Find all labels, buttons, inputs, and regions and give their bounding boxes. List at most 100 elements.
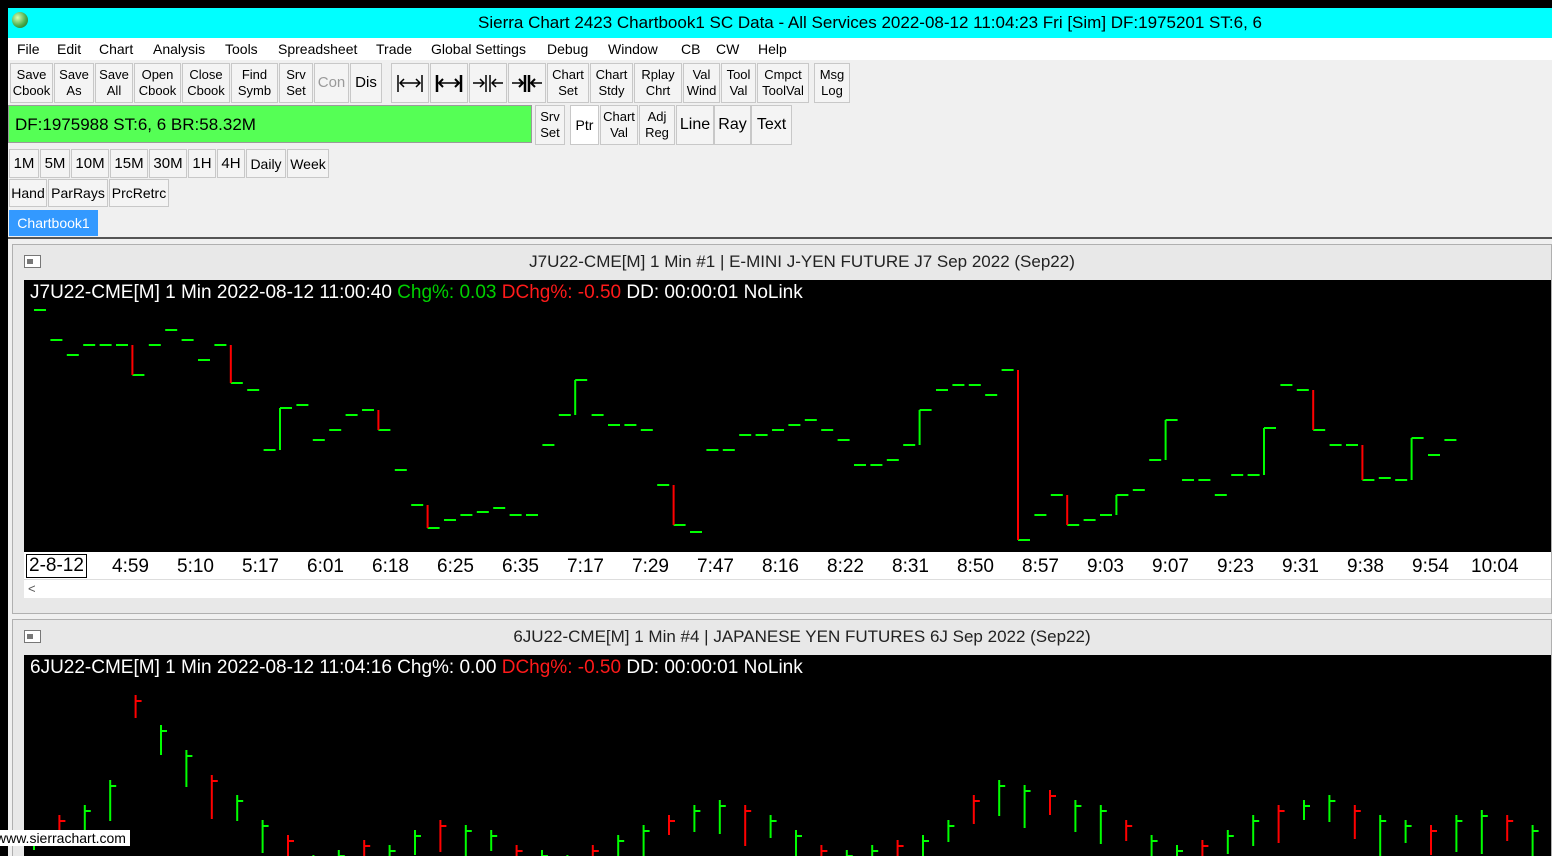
button-label: Line xyxy=(679,116,711,133)
server-settings-button[interactable]: Srv Set xyxy=(279,63,313,103)
menu-tools[interactable]: Tools xyxy=(225,41,258,57)
chart-1-time-axis[interactable]: 2-8-12 4:59 5:10 5:17 6:01 6:18 6:25 6:35 7:17 7:… xyxy=(24,551,1551,580)
compress-bars-button[interactable] xyxy=(469,63,507,103)
chart-2-daily-change-percent: DChg%: -0.50 xyxy=(501,657,622,678)
menu-chart[interactable]: Chart xyxy=(99,41,133,57)
time-axis-label: 8:22 xyxy=(827,556,864,577)
timeframe-week-button[interactable]: Week xyxy=(287,149,329,178)
time-axis-label: 6:01 xyxy=(307,556,344,577)
menu-analysis[interactable]: Analysis xyxy=(153,41,205,57)
replay-chart-button[interactable]: Rplay Chrt xyxy=(634,63,682,103)
menu-global-settings[interactable]: Global Settings xyxy=(431,41,526,57)
chart-values-tool-button[interactable]: Chart Val xyxy=(600,105,638,145)
button-label-line2: Stdy xyxy=(598,83,625,98)
parallel-rays-tool-button[interactable]: ParRays xyxy=(48,179,108,207)
save-all-button[interactable]: Save All xyxy=(95,63,133,103)
time-axis-label: 7:17 xyxy=(567,556,604,577)
text-tool-button[interactable]: Text xyxy=(751,105,792,145)
timeframe-30m-button[interactable]: 30M xyxy=(149,149,187,178)
menu-trade[interactable]: Trade xyxy=(376,41,412,57)
timeframe-daily-button[interactable]: Daily xyxy=(246,149,286,178)
time-axis-label: 5:10 xyxy=(177,556,214,577)
save-as-button[interactable]: Save As xyxy=(54,63,94,103)
chart-settings-button[interactable]: Chart Set xyxy=(547,63,589,103)
data-status-box: DF:1975988 ST:6, 6 BR:58.32M xyxy=(8,105,532,143)
tool-values-button[interactable]: Tool Val xyxy=(721,63,756,103)
chart-1-horizontal-scrollbar[interactable]: < xyxy=(24,579,1551,598)
button-label-line1: Chart xyxy=(603,109,635,124)
menu-spreadsheet[interactable]: Spreadsheet xyxy=(278,41,357,57)
button-label-line2: Val xyxy=(610,125,628,140)
chart-1-plot-area[interactable]: J7U22-CME[M] 1 Min 2022-08-12 11:00:40 C… xyxy=(24,280,1551,551)
close-chartbook-button[interactable]: Close Cbook xyxy=(182,63,230,103)
save-chartbook-button[interactable]: Save Cbook xyxy=(10,63,53,103)
hand-tool-button[interactable]: Hand xyxy=(9,179,47,207)
disconnect-button[interactable]: Dis xyxy=(350,63,382,103)
button-label: Ray xyxy=(718,116,747,133)
values-window-button[interactable]: Val Wind xyxy=(683,63,720,103)
time-axis-label: 5:17 xyxy=(242,556,279,577)
line-tool-button[interactable]: Line xyxy=(676,105,714,145)
window-title: Sierra Chart 2423 Chartbook1 SC Data - A… xyxy=(478,13,1262,32)
server-settings-button-2[interactable]: Srv Set xyxy=(535,105,565,145)
time-axis-label: 8:57 xyxy=(1022,556,1059,577)
tab-divider xyxy=(8,237,1552,239)
tab-chartbook1[interactable]: Chartbook1 xyxy=(9,210,98,236)
chart-window-1[interactable]: J7U22-CME[M] 1 Min #1 | E-MINI J-YEN FUT… xyxy=(12,244,1552,614)
timeframe-1m-button[interactable]: 1M xyxy=(9,149,39,178)
button-label-line1: Save xyxy=(16,67,47,82)
menu-file[interactable]: File xyxy=(17,41,40,57)
find-symbol-button[interactable]: Find Symb xyxy=(231,63,278,103)
button-label: 4H xyxy=(221,154,241,172)
button-label: 10M xyxy=(75,154,105,172)
timeframe-1h-button[interactable]: 1H xyxy=(188,149,216,178)
button-label: 1H xyxy=(192,154,212,172)
button-label-line1: Val xyxy=(692,67,711,82)
time-axis-label: 6:35 xyxy=(502,556,539,577)
ray-tool-button[interactable]: Ray xyxy=(714,105,751,145)
time-axis-label: 8:31 xyxy=(892,556,929,577)
button-label-line1: Cmpct xyxy=(764,67,802,82)
pointer-tool-button[interactable]: Ptr xyxy=(570,105,599,145)
compact-tool-values-button[interactable]: Cmpct ToolVal xyxy=(757,63,809,103)
adjust-region-button[interactable]: Adj Reg xyxy=(639,105,675,145)
timeframe-5m-button[interactable]: 5M xyxy=(40,149,70,178)
chart-window-2[interactable]: 6JU22-CME[M] 1 Min #4 | JAPANESE YEN FUT… xyxy=(12,619,1552,856)
button-label-line1: Chart xyxy=(595,67,628,82)
button-label: Daily xyxy=(250,155,282,172)
chart-window-2-title: 6JU22-CME[M] 1 Min #4 | JAPANESE YEN FUT… xyxy=(513,627,1091,646)
timeframe-15m-button[interactable]: 15M xyxy=(110,149,148,178)
time-axis-label: 6:25 xyxy=(437,556,474,577)
scroll-left-icon[interactable]: < xyxy=(28,581,36,596)
chart-2-plot-area[interactable]: 6JU22-CME[M] 1 Min 2022-08-12 11:04:16 C… xyxy=(24,655,1551,856)
chart-window-1-titlebar[interactable]: J7U22-CME[M] 1 Min #1 | E-MINI J-YEN FUT… xyxy=(13,245,1551,279)
menu-cb[interactable]: CB xyxy=(681,41,700,57)
expand-bars-button[interactable] xyxy=(391,63,429,103)
chart-window-2-titlebar[interactable]: 6JU22-CME[M] 1 Min #4 | JAPANESE YEN FUT… xyxy=(13,620,1551,654)
menu-debug[interactable]: Debug xyxy=(547,41,588,57)
time-axis-label: 7:47 xyxy=(697,556,734,577)
button-label-line2: As xyxy=(66,83,82,98)
button-label-line2: Cbook xyxy=(187,83,225,98)
timeframe-4h-button[interactable]: 4H xyxy=(217,149,245,178)
menu-cw[interactable]: CW xyxy=(716,41,739,57)
button-label-line2: Reg xyxy=(645,125,669,140)
expand-bars-bold-button[interactable] xyxy=(430,63,468,103)
button-label-line1: Srv xyxy=(286,67,306,82)
chart-1-header: J7U22-CME[M] 1 Min 2022-08-12 11:00:40 C… xyxy=(30,282,803,304)
compress-bars-bold-button[interactable] xyxy=(508,63,546,103)
chart-studies-button[interactable]: Chart Stdy xyxy=(590,63,633,103)
menu-window[interactable]: Window xyxy=(608,41,658,57)
open-chartbook-button[interactable]: Open Cbook xyxy=(134,63,181,103)
connect-button[interactable]: Con xyxy=(314,63,349,103)
button-label: Week xyxy=(290,155,326,172)
button-label-line1: Msg xyxy=(819,67,845,82)
message-log-button[interactable]: Msg Log xyxy=(814,63,850,103)
price-retracement-tool-button[interactable]: PrcRetrc xyxy=(109,179,169,207)
time-axis-label: 9:03 xyxy=(1087,556,1124,577)
menu-edit[interactable]: Edit xyxy=(57,41,81,57)
timeframe-10m-button[interactable]: 10M xyxy=(71,149,109,178)
menu-help[interactable]: Help xyxy=(758,41,787,57)
title-bar[interactable]: Sierra Chart 2423 Chartbook1 SC Data - A… xyxy=(8,8,1552,38)
data-status-text: DF:1975988 ST:6, 6 BR:58.32M xyxy=(15,115,256,134)
